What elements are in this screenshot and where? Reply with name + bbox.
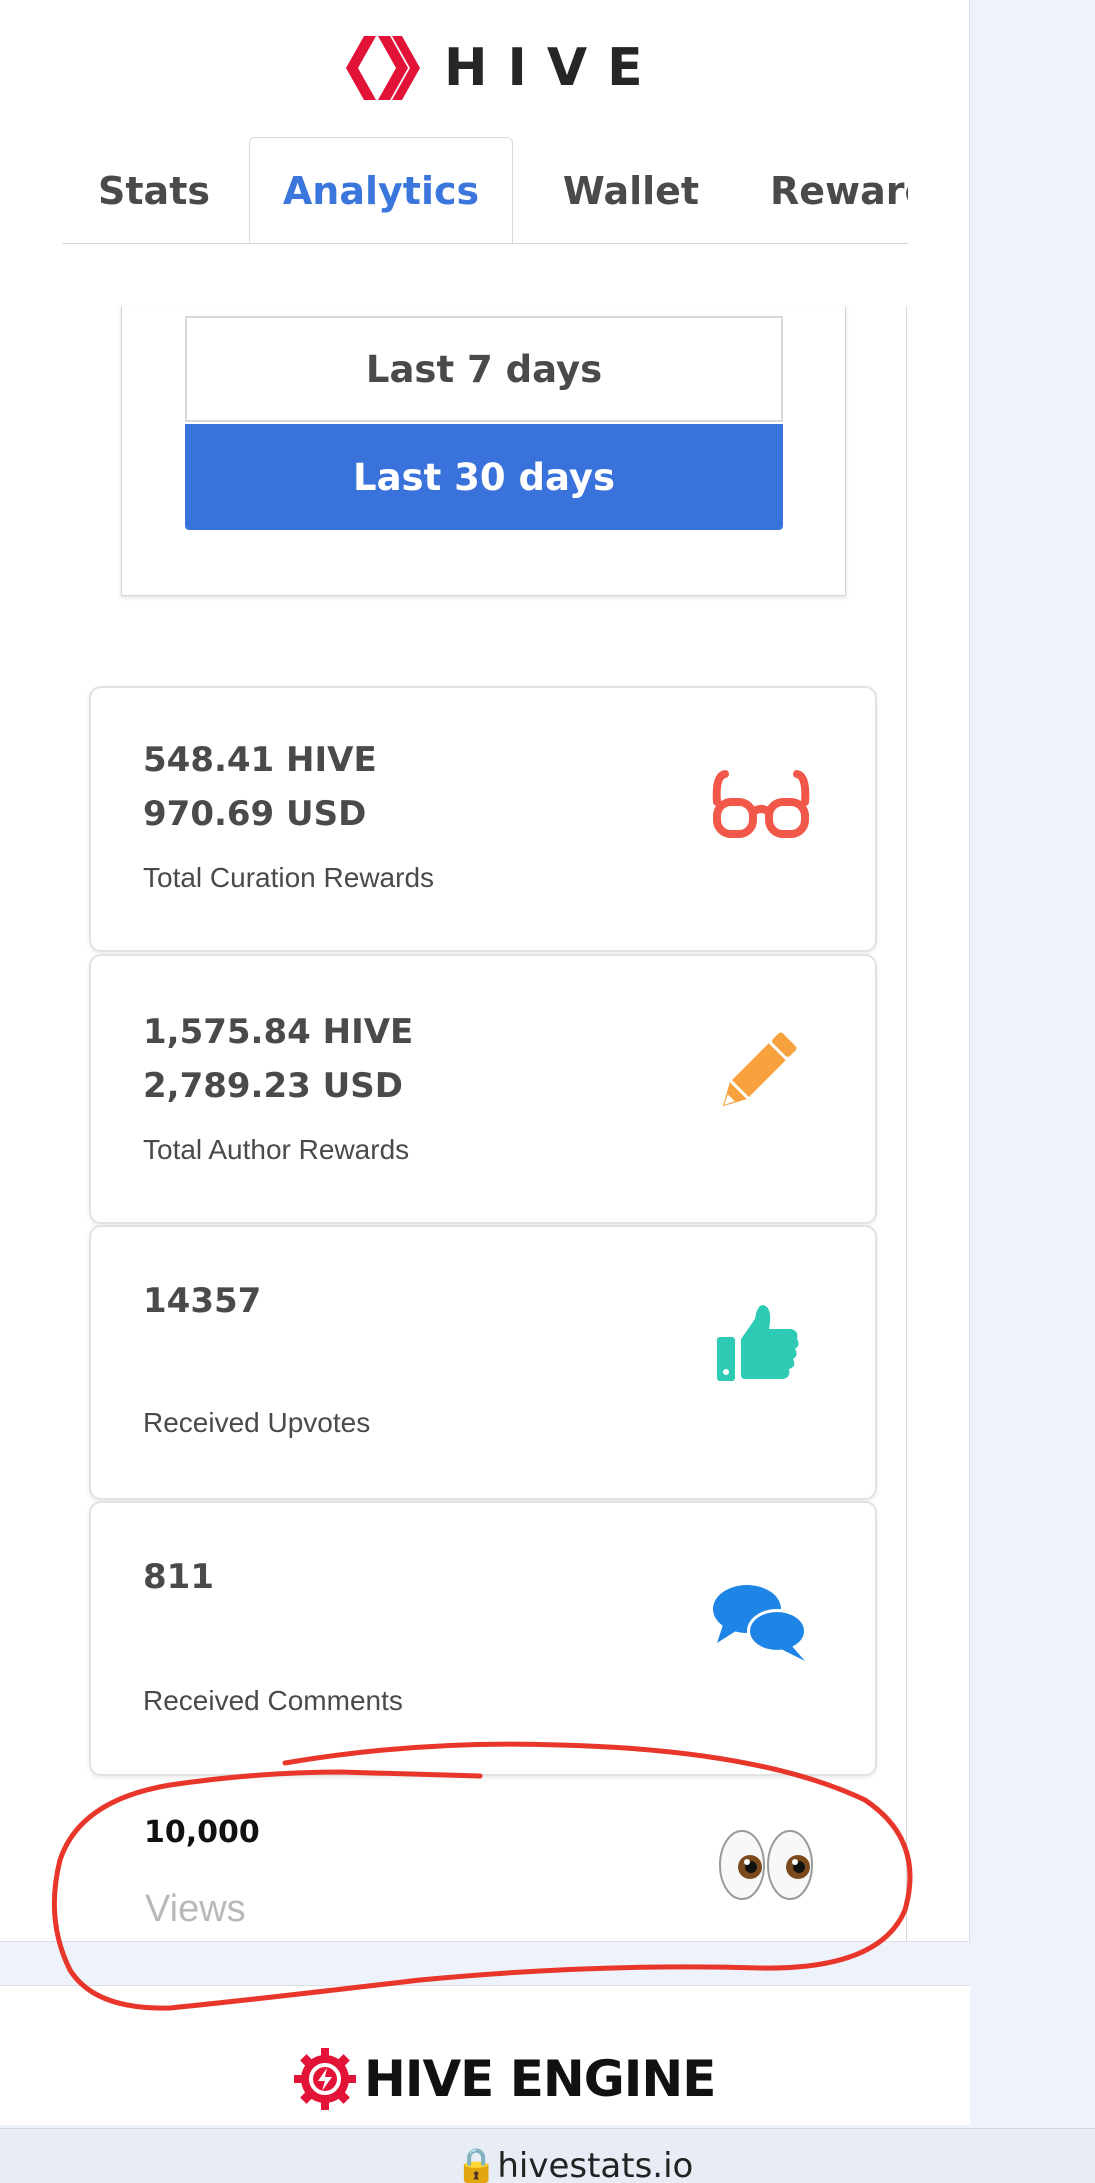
lock-icon: 🔒 [455,2146,498,2183]
author-usd-value: 2,789.23 USD [143,1066,403,1106]
hive-logo-icon [346,36,420,100]
url-text: 🔒hivestats.io [455,2146,693,2183]
tab-analytics[interactable]: Analytics [249,137,513,243]
hive-logo[interactable]: HIVE [346,34,663,102]
curation-rewards-card: 548.41 HIVE 970.69 USD Total Curation Re… [89,686,877,952]
curation-usd-value: 970.69 USD [143,794,367,834]
glasses-icon [712,770,810,838]
comments-card: 811 Received Comments [89,1501,877,1776]
comments-value: 811 [143,1557,214,1597]
tab-bar: Stats Analytics Wallet Rewarc [62,137,908,244]
author-rewards-card: 1,575.84 HIVE 2,789.23 USD Total Author … [89,954,877,1224]
upvotes-card: 14357 Received Upvotes [89,1225,877,1500]
hive-engine-logo-icon [294,2048,356,2110]
tab-wallet[interactable]: Wallet [526,137,736,243]
comments-icon [713,1585,807,1661]
thumbs-up-icon [717,1305,799,1381]
hive-engine-logo[interactable]: HIVE ENGINE [294,2048,716,2110]
comments-label: Received Comments [143,1685,403,1716]
curation-label: Total Curation Rewards [143,862,435,893]
tab-stats[interactable]: Stats [62,137,246,243]
hive-logo-text: HIVE [444,38,663,98]
pencil-icon [722,1032,797,1107]
eyes-icon [719,1830,813,1900]
author-hive-value: 1,575.84 HIVE [143,1012,414,1052]
hive-engine-logo-text: HIVE ENGINE [364,2050,716,2108]
last-30-days-button[interactable]: Last 30 days [185,424,783,530]
date-range-selector: Last 7 days Last 30 days [121,306,846,596]
views-value: 10,000 [144,1815,260,1850]
content-divider [906,306,907,1942]
upvotes-label: Received Upvotes [143,1407,371,1438]
views-label: Views [145,1888,246,1930]
tab-rewards[interactable]: Rewarc [752,137,908,243]
last-7-days-button[interactable]: Last 7 days [185,316,783,422]
views-stat: 10,000 Views [89,1783,877,1933]
curation-hive-value: 548.41 HIVE [143,740,377,780]
author-label: Total Author Rewards [143,1134,410,1165]
upvotes-value: 14357 [143,1281,262,1321]
browser-url-bar[interactable]: 🔒hivestats.io [0,2128,1095,2183]
